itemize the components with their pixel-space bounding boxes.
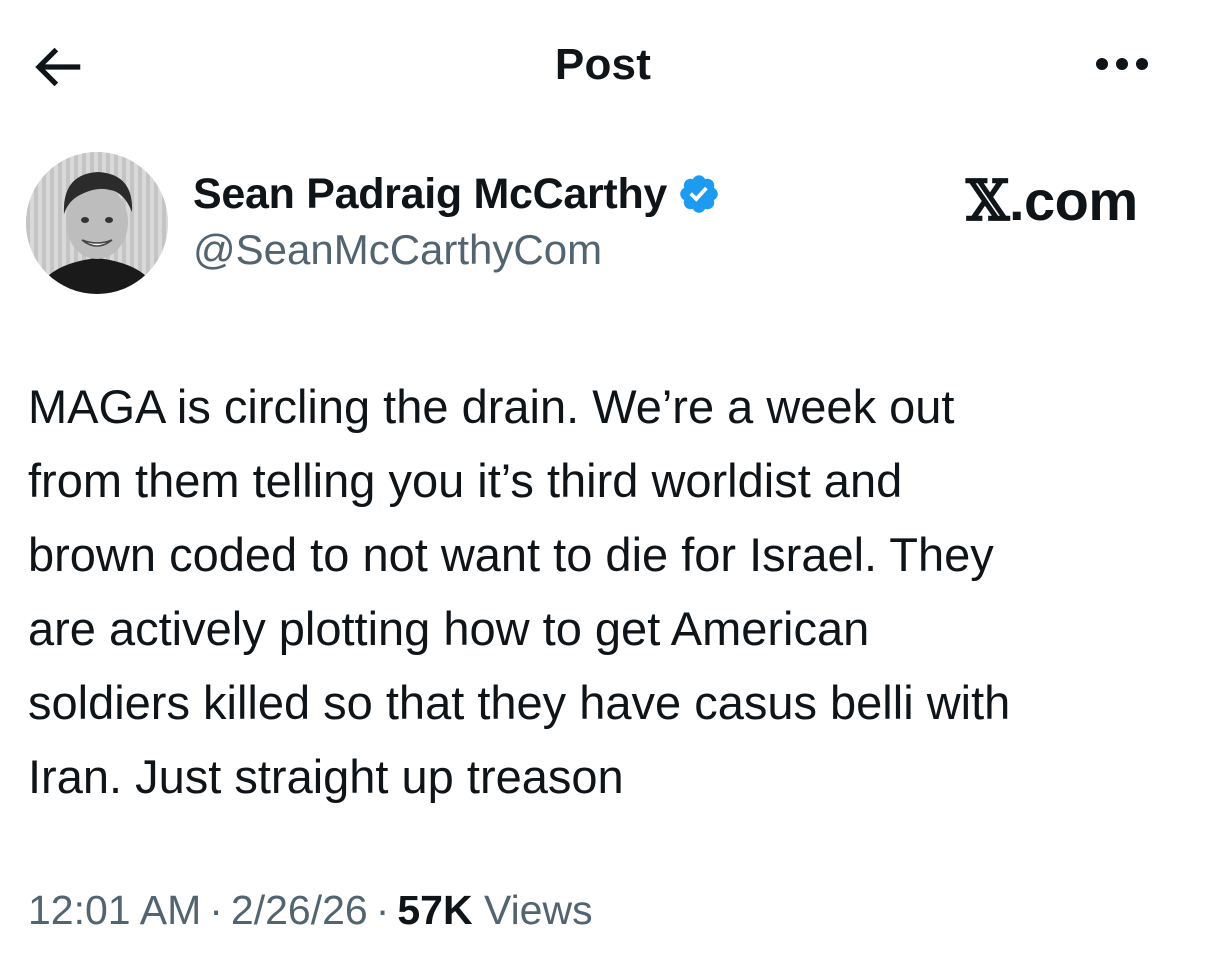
author-display-name[interactable]: Sean Padraig McCarthy bbox=[193, 170, 667, 219]
x-logo-icon: 𝕏 bbox=[966, 168, 1009, 234]
x-com-suffix: .com bbox=[1008, 169, 1138, 232]
page-title: Post bbox=[554, 40, 652, 89]
tweet-text-line: soldiers killed so that they have casus … bbox=[28, 676, 1011, 729]
tweet-text: MAGA is circling the drain. We’re a week… bbox=[28, 370, 1188, 814]
tweet-text-line: from them telling you it’s third worldis… bbox=[28, 454, 903, 507]
more-horizontal-icon-dot bbox=[1116, 58, 1128, 70]
tweet-text-line: MAGA is circling the drain. We’re a week… bbox=[28, 380, 955, 433]
tweet-date[interactable]: 2/26/26 bbox=[231, 887, 368, 933]
views-count[interactable]: 57K bbox=[397, 887, 472, 933]
separator: · bbox=[375, 887, 390, 933]
author-name-row[interactable]: Sean Padraig McCarthy bbox=[193, 166, 721, 222]
more-options-button[interactable] bbox=[1090, 50, 1160, 80]
tweet-time[interactable]: 12:01 AM bbox=[28, 887, 201, 933]
avatar[interactable] bbox=[26, 152, 168, 294]
more-horizontal-icon-dot bbox=[1136, 58, 1148, 70]
separator: · bbox=[209, 887, 223, 933]
tweet-text-line: are actively plotting how to get America… bbox=[28, 602, 870, 655]
tweet-text-line: brown coded to not want to die for Israe… bbox=[28, 528, 994, 581]
views-label: Views bbox=[483, 887, 593, 933]
author-handle[interactable]: @SeanMcCarthyCom bbox=[193, 226, 602, 274]
profile-photo bbox=[26, 152, 168, 294]
x-com-watermark: 𝕏.com bbox=[966, 168, 1138, 234]
more-horizontal-icon bbox=[1096, 58, 1108, 70]
top-bar: Post bbox=[0, 0, 1206, 130]
tweet-text-line: Iran. Just straight up treason bbox=[28, 750, 624, 803]
verified-badge-icon bbox=[680, 175, 718, 213]
tweet-metadata: 12:01 AM · 2/26/26 · 57K Views bbox=[28, 887, 593, 934]
